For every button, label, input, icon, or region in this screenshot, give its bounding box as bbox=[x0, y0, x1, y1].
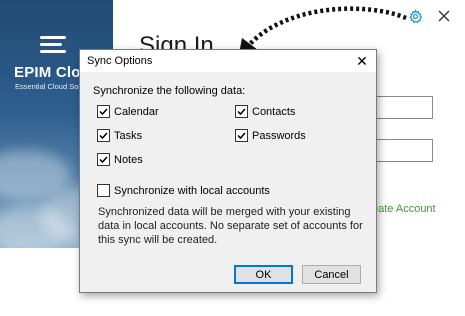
notes-label: Notes bbox=[114, 153, 143, 166]
dialog-titlebar: Sync Options ✕ bbox=[80, 50, 376, 72]
brand-tagline: Essential Cloud Solu bbox=[15, 82, 85, 91]
dialog-close-icon[interactable]: ✕ bbox=[354, 53, 370, 69]
tasks-label: Tasks bbox=[114, 129, 143, 142]
sync-note: Synchronized data will be merged with yo… bbox=[98, 206, 363, 246]
stacked-bars-logo-icon bbox=[40, 36, 66, 60]
contacts-checkbox[interactable]: Contacts bbox=[235, 105, 295, 118]
tasks-checkbox[interactable]: Tasks bbox=[97, 129, 142, 142]
notes-checkbox[interactable]: Notes bbox=[97, 153, 143, 166]
create-account-link[interactable]: eate Account bbox=[372, 203, 436, 215]
close-icon[interactable] bbox=[436, 8, 452, 24]
local-accounts-label: Synchronize with local accounts bbox=[114, 184, 270, 197]
checkbox-unchecked-icon[interactable] bbox=[97, 184, 110, 197]
local-accounts-checkbox[interactable]: Synchronize with local accounts bbox=[97, 184, 270, 197]
calendar-label: Calendar bbox=[114, 105, 159, 118]
contacts-label: Contacts bbox=[252, 105, 296, 118]
calendar-checkbox[interactable]: Calendar bbox=[97, 105, 159, 118]
app-window: EPIM Clo Essential Cloud Solu Sign In ea… bbox=[0, 0, 465, 316]
sync-options-dialog: Sync Options ✕ Synchronize the following… bbox=[79, 49, 377, 293]
checkbox-checked-icon[interactable] bbox=[97, 105, 110, 118]
ok-button[interactable]: OK bbox=[234, 265, 293, 284]
brand-name: EPIM Clo bbox=[14, 64, 81, 81]
section-label: Synchronize the following data: bbox=[93, 85, 246, 97]
checkbox-checked-icon[interactable] bbox=[235, 129, 248, 142]
checkbox-checked-icon[interactable] bbox=[97, 153, 110, 166]
checkbox-checked-icon[interactable] bbox=[97, 129, 110, 142]
passwords-label: Passwords bbox=[252, 129, 306, 142]
cancel-button[interactable]: Cancel bbox=[302, 265, 361, 284]
checkbox-checked-icon[interactable] bbox=[235, 105, 248, 118]
dialog-title: Sync Options bbox=[87, 55, 153, 67]
passwords-checkbox[interactable]: Passwords bbox=[235, 129, 306, 142]
dialog-body: Synchronize the following data: Calendar… bbox=[80, 72, 376, 292]
